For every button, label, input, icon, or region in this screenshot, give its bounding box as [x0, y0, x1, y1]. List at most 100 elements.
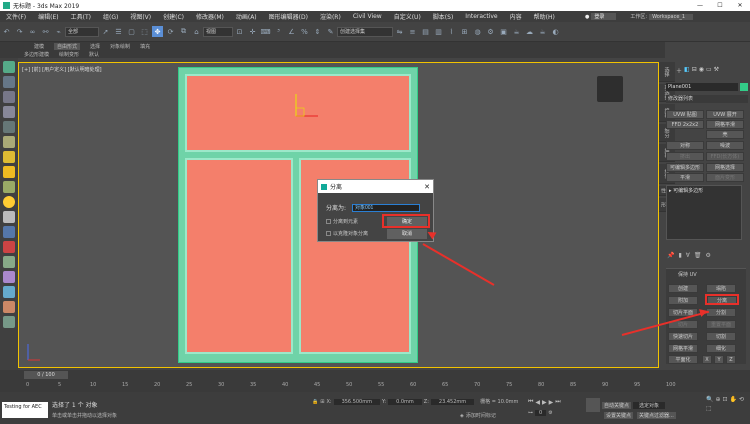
login-dropdown[interactable]: 登录 — [591, 13, 617, 20]
reference-coord-dropdown[interactable]: 视图 — [203, 26, 233, 37]
viewport-label[interactable]: [+] [前] [用户定义] [默认明暗处理] — [22, 66, 102, 73]
scene-explorer-icon[interactable] — [3, 91, 15, 103]
detach-to-element-checkbox[interactable] — [326, 219, 331, 224]
ribbon-sub-paint-deform[interactable]: 绘制变形 — [59, 51, 79, 58]
select-by-name-icon[interactable]: ☰ — [113, 26, 124, 37]
ribbon-tab-selection[interactable]: 选择 — [90, 43, 100, 50]
edit-geometry-button-13[interactable]: X — [702, 355, 712, 364]
modifier-list-dropdown[interactable]: 修改器列表 — [666, 95, 748, 103]
selected-object-dropdown[interactable]: 选定对象 — [633, 401, 666, 409]
modifier-button-4[interactable]: 壳 — [706, 130, 744, 139]
show-end-result-icon[interactable]: ▮ — [678, 252, 681, 260]
next-frame-icon[interactable]: ▶ — [549, 399, 554, 406]
schematic-icon[interactable]: ⊞ — [459, 26, 470, 37]
modifier-button-2[interactable]: FFD 2x2x2 — [666, 120, 704, 129]
set-key-button[interactable]: 设置关键点 — [604, 412, 634, 419]
layer-explorer-icon[interactable] — [3, 76, 15, 88]
align-icon[interactable]: ≡ — [407, 26, 418, 37]
pan-icon[interactable]: ✋ — [730, 396, 737, 403]
spinner-snap-icon[interactable]: ⇕ — [312, 26, 323, 37]
teapot-icon[interactable]: ☕ — [537, 26, 548, 37]
helpers-icon[interactable] — [3, 136, 15, 148]
menu-item-6[interactable]: 修改器(M) — [196, 12, 224, 21]
lights-icon[interactable] — [3, 106, 15, 118]
hierarchy-tab-icon[interactable]: ⊟ — [692, 66, 697, 78]
edit-geometry-button-14[interactable]: Y — [714, 355, 724, 364]
render-frame-icon[interactable]: ▣ — [498, 26, 509, 37]
motion-tab-icon[interactable]: ◉ — [699, 66, 704, 78]
menu-item-11[interactable]: 自定义(U) — [394, 12, 421, 21]
select-icon[interactable]: ➚ — [100, 26, 111, 37]
time-config-icon[interactable]: ⚙ — [548, 410, 552, 416]
edit-geometry-button-10[interactable]: 网格平滑 — [668, 344, 698, 353]
transform-gizmo[interactable] — [284, 88, 332, 124]
add-time-tag[interactable]: 添加时间标记 — [466, 412, 496, 419]
maxscript-listener[interactable]: Testing for AEC — [2, 402, 48, 418]
bind-icon[interactable]: ⌁ — [53, 26, 64, 37]
go-to-end-icon[interactable]: ⏭ — [555, 398, 560, 406]
utilities-icon[interactable] — [3, 301, 15, 313]
absolute-mode-icon[interactable]: ⊞ — [320, 399, 324, 405]
render-cloud-icon[interactable]: ☁ — [524, 26, 535, 37]
maximize-icon[interactable]: ☐ — [710, 2, 730, 9]
modifier-button-0[interactable]: UVW 贴图 — [666, 110, 704, 119]
z-field[interactable]: 23.452mm — [430, 398, 475, 405]
key-filters-button[interactable]: 关键点过滤器... — [637, 412, 676, 419]
autokey-button[interactable]: 自动关键点 — [602, 401, 632, 409]
modifier-button-9[interactable]: 可编辑多边形 — [666, 163, 704, 172]
edit-geometry-button-9[interactable]: 切割 — [706, 332, 736, 341]
render-setup-icon[interactable]: ⚙ — [485, 26, 496, 37]
edit-geometry-button-8[interactable]: 快速切片 — [668, 332, 698, 341]
render-icon[interactable]: ☕ — [511, 26, 522, 37]
spacewarps-icon[interactable] — [3, 226, 15, 238]
systems-icon[interactable] — [3, 181, 15, 193]
menu-item-3[interactable]: 组(G) — [103, 12, 118, 21]
menu-item-15[interactable]: 帮助(H) — [534, 12, 555, 21]
scale-icon[interactable]: ⧉ — [178, 26, 189, 37]
ribbon-tab-populate[interactable]: 填充 — [140, 43, 150, 50]
edit-geometry-button-0[interactable]: 创建 — [668, 284, 698, 293]
selection-filter-dropdown[interactable]: 全部 — [65, 26, 99, 37]
y-field[interactable]: 0.0mm — [388, 398, 422, 405]
scene-explorer-icon[interactable]: ▥ — [433, 26, 444, 37]
ribbon-sub-default[interactable]: 默认 — [89, 51, 99, 58]
display-tab-icon[interactable]: ▭ — [706, 66, 712, 78]
modify-tab-icon[interactable]: ◧ — [684, 66, 690, 78]
set-key-big-icon[interactable] — [586, 398, 600, 412]
display-icon[interactable] — [3, 286, 15, 298]
current-frame-field[interactable]: 0 — [535, 410, 547, 416]
named-selection-dropdown[interactable]: 创建选择集 — [337, 26, 393, 37]
create-icon[interactable] — [3, 61, 15, 73]
cameras-icon[interactable] — [3, 121, 15, 133]
keyboard-shortcut-icon[interactable]: ⌨ — [260, 26, 271, 37]
menu-item-5[interactable]: 创建(C) — [163, 12, 184, 21]
modifier-button-7[interactable]: 挤出 — [666, 152, 704, 161]
remove-modifier-icon[interactable]: 🗑 — [694, 252, 702, 260]
menu-item-10[interactable]: Civil View — [353, 13, 382, 20]
modifier-button-11[interactable]: 平滑 — [666, 173, 704, 182]
extra-tool-icon[interactable] — [3, 316, 15, 328]
utilities-tab-icon[interactable]: ⚒ — [714, 66, 719, 78]
rotate-icon[interactable]: ⟳ — [165, 26, 176, 37]
paint-icon[interactable] — [3, 241, 15, 253]
angle-snap-icon[interactable]: ∠ — [286, 26, 297, 37]
object-color-swatch[interactable] — [740, 83, 748, 91]
redo-icon[interactable]: ↷ — [14, 26, 25, 37]
cancel-button[interactable]: 取消 — [387, 229, 427, 239]
fx-icon[interactable] — [3, 256, 15, 268]
dialog-close-icon[interactable]: ✕ — [424, 183, 430, 191]
rect-select-icon[interactable]: ▢ — [126, 26, 137, 37]
sun-icon[interactable] — [3, 196, 15, 208]
modifier-button-6[interactable]: 噪波 — [706, 141, 744, 150]
zoom-all-icon[interactable]: ⊕ — [715, 396, 720, 403]
layer-icon[interactable]: ▤ — [420, 26, 431, 37]
lock-icon[interactable]: 🔒 — [312, 399, 318, 405]
viewcube[interactable] — [597, 76, 623, 102]
configure-sets-icon[interactable]: ⚙ — [706, 252, 711, 260]
prev-frame-icon[interactable]: ◀ — [535, 399, 540, 406]
material-editor-icon[interactable]: ◍ — [472, 26, 483, 37]
edit-geometry-button-2[interactable]: 附加 — [668, 296, 698, 305]
move-icon[interactable]: ✥ — [152, 26, 163, 37]
snap-icon[interactable]: ³ — [273, 26, 284, 37]
minimize-icon[interactable]: — — [690, 2, 710, 9]
